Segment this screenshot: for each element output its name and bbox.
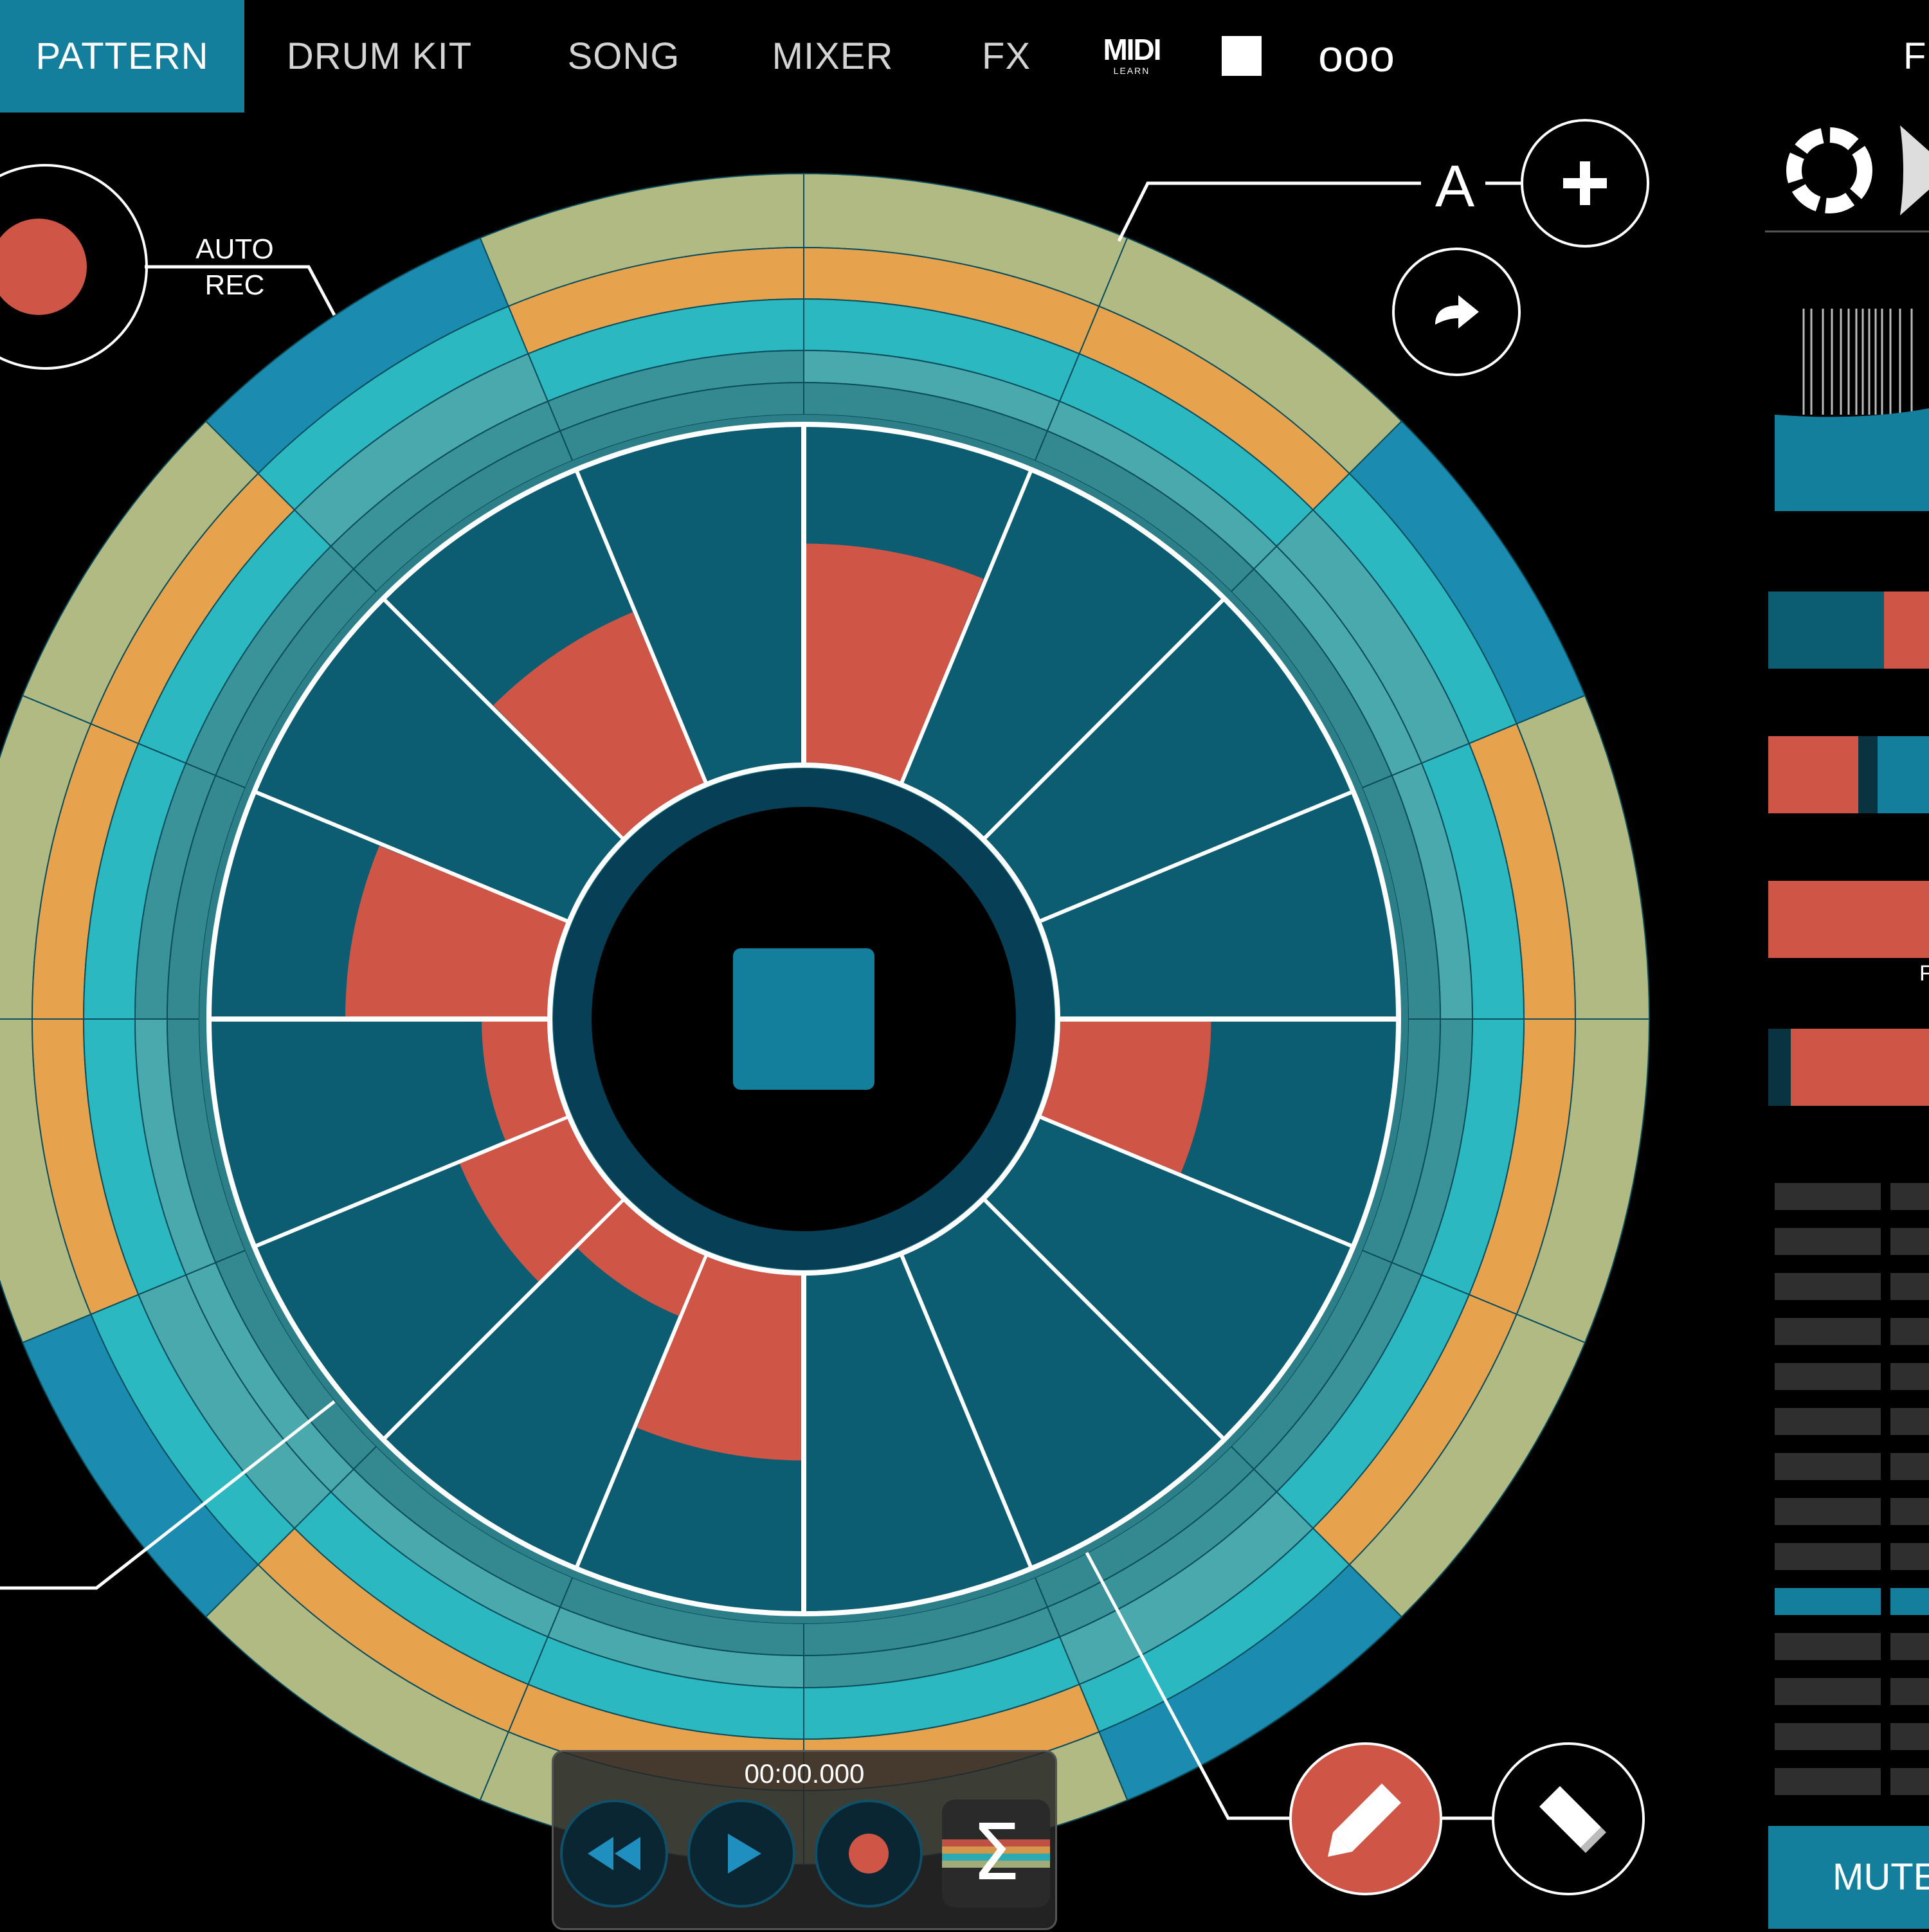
track-row-cell[interactable] [1890,1453,1929,1480]
wheel-center [553,768,1055,1270]
pencil-tool-button[interactable] [1289,1742,1442,1895]
auto-rec-label[interactable]: AUTO REC [186,231,283,303]
loop-dial-icon[interactable] [1786,127,1872,213]
record-dot-icon [849,1834,889,1873]
sum-button[interactable]: Σ [942,1800,1050,1908]
track-row[interactable] [1775,1273,1881,1300]
track-row-cell[interactable] [1890,1588,1929,1615]
step-sequencer-wheel[interactable] [0,0,1929,1929]
track-rows[interactable] [1775,1183,1929,1795]
track-row-cell[interactable] [1890,1723,1929,1750]
track-row-cell[interactable] [1890,1228,1929,1255]
track-row[interactable] [1775,1408,1881,1435]
rec-label: REC [204,269,265,301]
slider-fill-1 [1884,591,1929,669]
sigma-icon: Σ [972,1809,1020,1898]
track-row-cell[interactable] [1890,1543,1929,1570]
waveform-icon [1900,125,1929,215]
track-row-cell[interactable] [1890,1273,1929,1300]
track-row[interactable] [1775,1453,1881,1480]
waveform-bars [1802,309,1913,415]
pattern-connector [1117,181,1421,242]
play-icon [728,1834,761,1873]
track-row-cell[interactable] [1890,1408,1929,1435]
slider-fill-2[interactable] [1768,736,1858,813]
envelope-shape[interactable] [1775,408,1929,511]
track-row[interactable] [1775,1228,1881,1255]
track-row-cell[interactable] [1890,1183,1929,1210]
mute-button[interactable]: MUTE [1768,1826,1929,1929]
track-row[interactable] [1775,1498,1881,1525]
track-row[interactable] [1775,1363,1881,1390]
track-row-cell[interactable] [1890,1363,1929,1390]
plus-icon [1563,161,1607,205]
transport-panel: 00:00.000 Σ [552,1750,1057,1930]
slider-track-2 [1878,736,1929,813]
rewind-icon [588,1837,640,1870]
redo-arrow-icon [1435,295,1479,329]
track-row-cell[interactable] [1890,1318,1929,1345]
add-pattern-button[interactable] [1521,119,1649,248]
track-row[interactable] [1775,1588,1881,1615]
track-row[interactable] [1775,1183,1881,1210]
eraser-icon [1539,1786,1606,1853]
track-row-cell[interactable] [1890,1633,1929,1660]
right-panel-graphics [1765,125,1929,1795]
track-row-cell[interactable] [1890,1498,1929,1525]
rewind-button[interactable] [560,1800,668,1908]
play-button[interactable] [687,1800,795,1908]
track-row[interactable] [1775,1678,1881,1705]
slider-fill-3[interactable] [1768,881,1929,958]
track-row-cell[interactable] [1890,1678,1929,1705]
slider-gap-2 [1858,736,1878,813]
record-dot-icon [0,219,87,315]
track-row-cell[interactable] [1890,1768,1929,1795]
right-panel: F [1765,113,1929,1929]
slider-gap-4 [1768,1029,1791,1106]
track-row[interactable] [1775,1723,1881,1750]
slider-fill-4[interactable] [1791,1029,1929,1106]
center-stop-button[interactable] [733,948,874,1090]
partial-label: F [1919,961,1929,986]
time-display: 00:00.000 [744,1758,865,1789]
auto-label: AUTO [195,233,274,265]
track-row[interactable] [1775,1318,1881,1345]
eraser-tool-button[interactable] [1492,1742,1645,1895]
track-row[interactable] [1775,1633,1881,1660]
transport-record-button[interactable] [815,1800,923,1908]
pattern-label: A [1435,154,1475,219]
track-row[interactable] [1775,1543,1881,1570]
track-row[interactable] [1775,1768,1881,1795]
pencil-icon [1328,1783,1401,1857]
redo-button[interactable] [1392,248,1521,376]
